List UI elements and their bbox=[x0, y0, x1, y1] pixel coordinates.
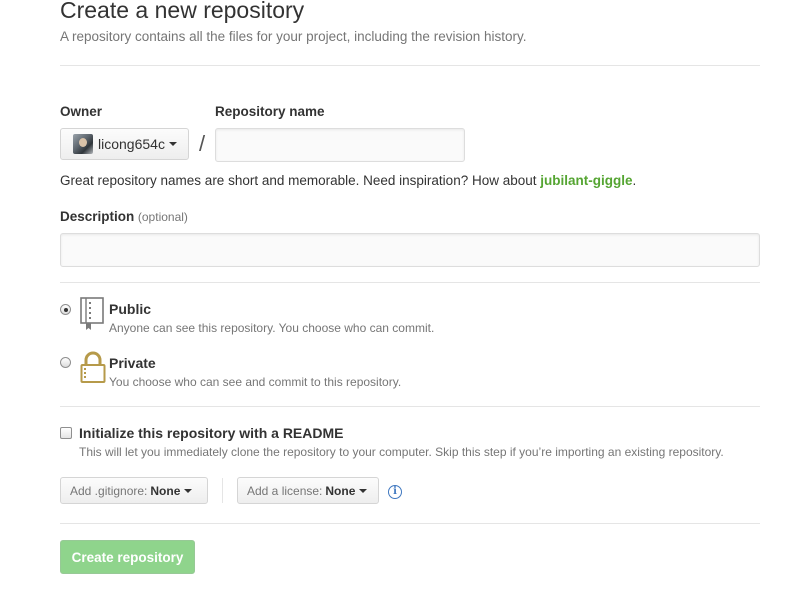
private-note: You choose who can see and commit to thi… bbox=[109, 375, 402, 389]
repo-name-input[interactable] bbox=[215, 128, 465, 162]
license-label: Add a license: bbox=[247, 483, 323, 498]
caret-down-icon bbox=[184, 488, 193, 493]
divider bbox=[60, 406, 760, 407]
public-radio[interactable] bbox=[60, 304, 71, 315]
divider bbox=[60, 523, 760, 524]
gitignore-value: None bbox=[150, 483, 181, 498]
repo-book-icon bbox=[80, 297, 104, 330]
page-title: Create a new repository bbox=[60, 0, 305, 23]
owner-name: licong654c bbox=[98, 136, 165, 152]
license-value: None bbox=[325, 483, 356, 498]
owner-dropdown[interactable]: licong654c bbox=[60, 128, 189, 160]
license-dropdown[interactable]: Add a license: None bbox=[237, 477, 379, 504]
public-title: Public bbox=[109, 301, 152, 317]
create-repository-button[interactable]: Create repository bbox=[60, 540, 195, 574]
init-readme-note: This will let you immediately clone the … bbox=[79, 445, 724, 459]
repo-name-label: Repository name bbox=[215, 104, 325, 119]
page-subtitle: A repository contains all the files for … bbox=[60, 29, 527, 44]
private-radio[interactable] bbox=[60, 357, 71, 368]
vertical-divider bbox=[222, 478, 223, 503]
private-title: Private bbox=[109, 355, 156, 371]
gitignore-label: Add .gitignore: bbox=[70, 483, 148, 498]
avatar bbox=[73, 134, 93, 154]
name-hint-text: Great repository names are short and mem… bbox=[60, 173, 541, 188]
divider bbox=[60, 282, 760, 283]
gitignore-dropdown[interactable]: Add .gitignore: None bbox=[60, 477, 208, 504]
name-hint: Great repository names are short and mem… bbox=[60, 173, 636, 188]
init-readme-checkbox[interactable] bbox=[60, 427, 72, 439]
optional-note: (optional) bbox=[137, 210, 188, 224]
public-note: Anyone can see this repository. You choo… bbox=[109, 321, 435, 335]
caret-down-icon bbox=[168, 142, 177, 146]
description-label: Description bbox=[60, 209, 135, 224]
owner-repo-separator: / bbox=[199, 131, 206, 156]
init-readme-label: Initialize this repository with a README bbox=[79, 425, 344, 441]
info-icon[interactable]: i bbox=[388, 485, 402, 499]
caret-down-icon bbox=[359, 488, 368, 493]
lock-icon bbox=[80, 351, 106, 383]
owner-label: Owner bbox=[60, 104, 103, 119]
description-input[interactable] bbox=[60, 233, 760, 267]
description-label-row: Description (optional) bbox=[60, 209, 188, 224]
name-hint-suffix: . bbox=[632, 173, 637, 188]
header-divider bbox=[60, 65, 760, 66]
suggested-name-link[interactable]: jubilant-giggle bbox=[540, 173, 632, 188]
